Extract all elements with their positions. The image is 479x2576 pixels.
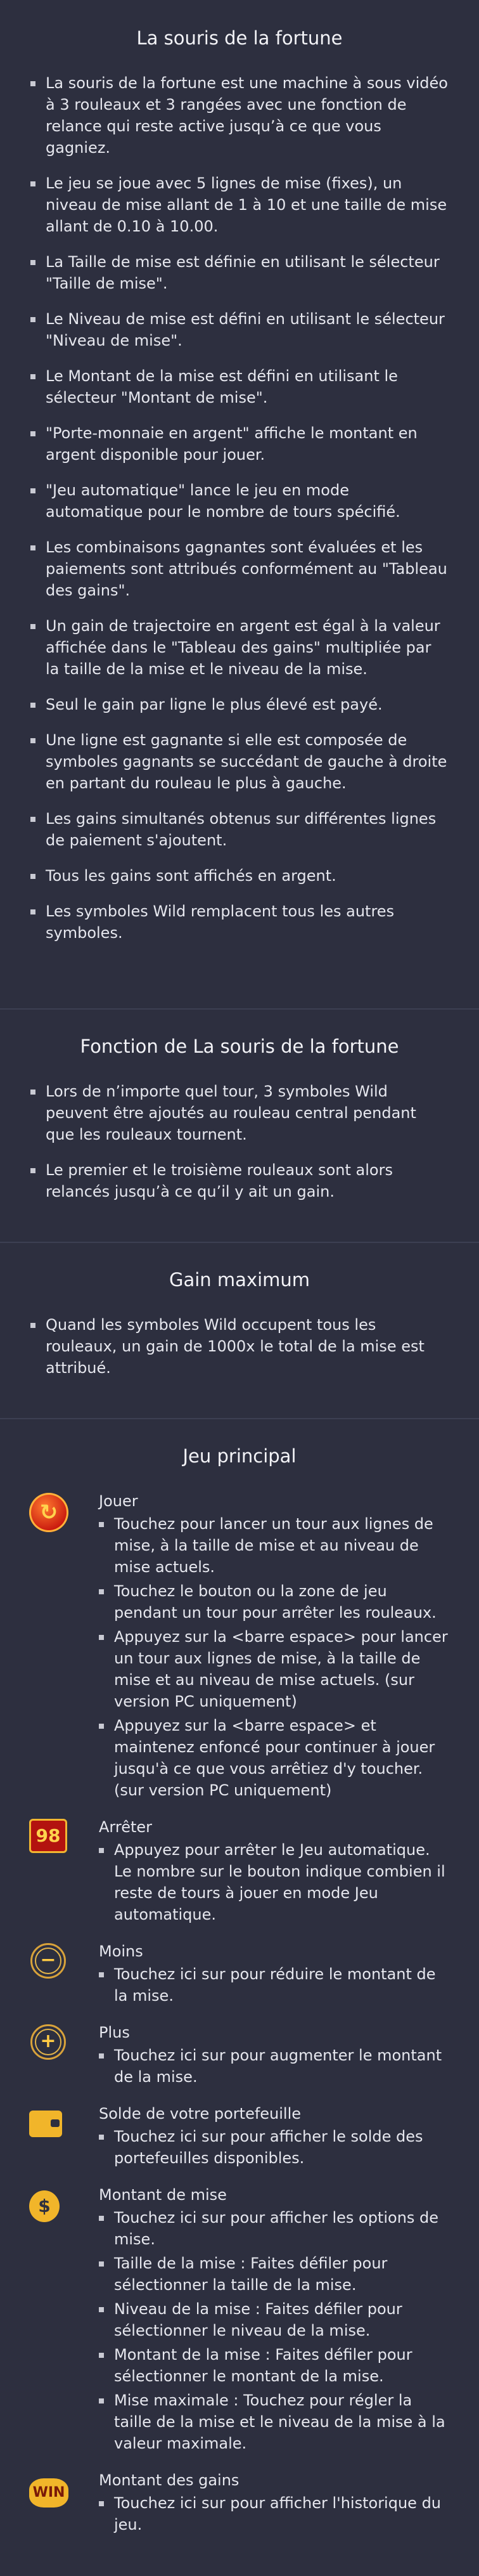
- list-item: Appuyez pour arrêter le Jeu automatique.…: [99, 1839, 449, 1925]
- list-item: Une ligne est gagnante si elle est compo…: [30, 729, 449, 794]
- list-item: Touchez ici sur pour réduire le montant …: [99, 1963, 449, 2007]
- minus-icon: −: [30, 1943, 66, 1979]
- list-item: Un gain de trajectoire en argent est éga…: [30, 615, 449, 680]
- control-stop: 98 Arrêter Appuyez pour arrêter le Jeu a…: [0, 1816, 479, 1928]
- list-item: Touchez ici sur pour afficher le solde d…: [99, 2126, 449, 2169]
- list-item: Tous les gains sont affichés en argent.: [30, 865, 449, 887]
- list-item: Montant de la mise : Faites défiler pour…: [99, 2344, 449, 2387]
- control-name: Jouer: [99, 1492, 138, 1510]
- section-feature: Fonction de La souris de la fortune Lors…: [0, 1008, 479, 1242]
- control-name: Arrêter: [99, 1818, 153, 1836]
- rules-page: La souris de la fortune La souris de la …: [0, 0, 479, 2576]
- section-intro: La souris de la fortune La souris de la …: [0, 0, 479, 983]
- list-item: Seul le gain par ligne le plus élevé est…: [30, 694, 449, 715]
- control-name: Moins: [99, 1942, 143, 1960]
- coins-icon: $: [29, 2190, 60, 2222]
- list-item: Appuyez sur la <barre espace> pour lance…: [99, 1626, 449, 1712]
- control-name: Montant de mise: [99, 2186, 227, 2204]
- list-item: Le Montant de la mise est défini en util…: [30, 365, 449, 408]
- control-name: Montant des gains: [99, 2471, 240, 2489]
- control-minus: − Moins Touchez ici sur pour réduire le …: [0, 1941, 479, 2009]
- rules-list: Lors de n’importe quel tour, 3 symboles …: [0, 1081, 479, 1202]
- list-item: Les symboles Wild remplacent tous les au…: [30, 901, 449, 944]
- autoplay-counter-icon: 98: [29, 1819, 67, 1853]
- control-name: Plus: [99, 2024, 130, 2041]
- list-item: Touchez pour lancer un tour aux lignes d…: [99, 1513, 449, 1578]
- spin-icon: ↻: [29, 1493, 68, 1532]
- control-win-amount: WIN Montant des gains Touchez ici sur po…: [0, 2469, 479, 2538]
- list-item: Taille de la mise : Faites défiler pour …: [99, 2253, 449, 2296]
- list-item: Touchez ici sur pour afficher les option…: [99, 2207, 449, 2250]
- plus-icon: +: [30, 2024, 66, 2060]
- control-bet-amount: $ Montant de mise Touchez ici sur pour a…: [0, 2184, 479, 2457]
- section-title: Gain maximum: [169, 1269, 310, 1291]
- list-item: Quand les symboles Wild occupent tous le…: [30, 1314, 449, 1379]
- control-wallet: Solde de votre portefeuille Touchez ici …: [0, 2103, 479, 2171]
- wallet-icon: [29, 2111, 62, 2137]
- list-item: La souris de la fortune est une machine …: [30, 72, 449, 159]
- rules-list: Quand les symboles Wild occupent tous le…: [0, 1314, 479, 1379]
- section-title: Fonction de La souris de la fortune: [80, 1036, 399, 1057]
- list-item: Le premier et le troisième rouleaux sont…: [30, 1159, 449, 1202]
- list-item: Le Niveau de mise est défini en utilisan…: [30, 308, 449, 351]
- list-item: La Taille de mise est définie en utilisa…: [30, 251, 449, 294]
- control-plus: + Plus Touchez ici sur pour augmenter le…: [0, 2022, 479, 2090]
- list-item: "Porte-monnaie en argent" affiche le mon…: [30, 422, 449, 465]
- list-item: Le jeu se joue avec 5 lignes de mise (fi…: [30, 172, 449, 237]
- section-title: La souris de la fortune: [136, 27, 343, 49]
- list-item: Les gains simultanés obtenus sur différe…: [30, 808, 449, 851]
- list-item: Niveau de la mise : Faites défiler pour …: [99, 2298, 449, 2341]
- section-title: Jeu principal: [182, 1445, 297, 1467]
- list-item: Touchez le bouton ou la zone de jeu pend…: [99, 1580, 449, 1623]
- list-item: Lors de n’importe quel tour, 3 symboles …: [30, 1081, 449, 1145]
- rules-list: La souris de la fortune est une machine …: [0, 72, 479, 944]
- list-item: Les combinaisons gagnantes sont évaluées…: [30, 537, 449, 601]
- control-name: Solde de votre portefeuille: [99, 2105, 302, 2123]
- list-item: Touchez ici sur pour augmenter le montan…: [99, 2045, 449, 2088]
- list-item: "Jeu automatique" lance le jeu en mode a…: [30, 479, 449, 523]
- section-main-game: Jeu principal ↻ Jouer Touchez pour lance…: [0, 1418, 479, 2576]
- control-spin: ↻ Jouer Touchez pour lancer un tour aux …: [0, 1490, 479, 1804]
- list-item: Touchez ici sur pour afficher l'historiq…: [99, 2492, 449, 2535]
- list-item: Mise maximale : Touchez pour régler la t…: [99, 2390, 449, 2454]
- section-max-win: Gain maximum Quand les symboles Wild occ…: [0, 1242, 479, 1418]
- list-item: Appuyez sur la <barre espace> et mainten…: [99, 1715, 449, 1801]
- win-icon: WIN: [29, 2478, 68, 2508]
